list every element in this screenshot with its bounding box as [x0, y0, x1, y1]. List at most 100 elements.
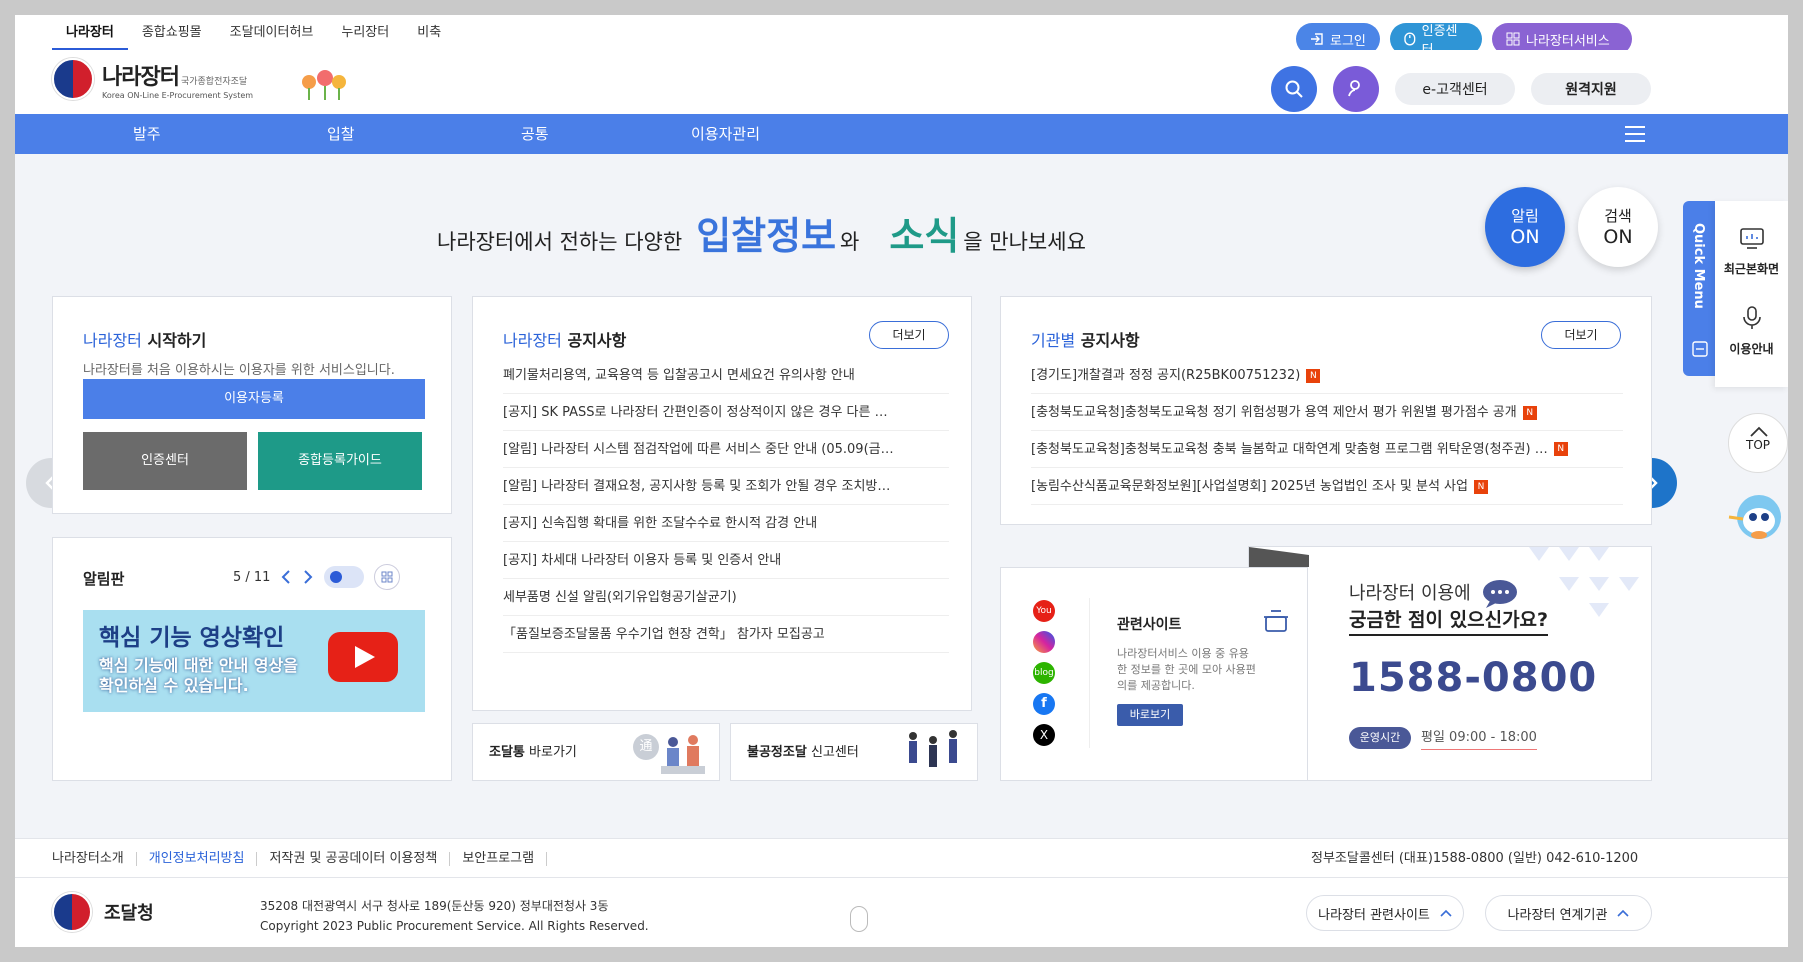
people-illustration-icon — [661, 735, 705, 774]
site-logo[interactable]: 나라장터 국가종합전자조달 Korea ON-Line E-Procurement… — [52, 58, 253, 100]
footer-link-security-program[interactable]: 보안프로그램 — [450, 852, 548, 866]
start-cert-center-button[interactable]: 인증센터 — [83, 432, 247, 490]
user-register-button[interactable]: 이용자등록 — [83, 379, 425, 419]
board-grid-button[interactable] — [374, 564, 401, 590]
board-next-icon[interactable] — [302, 569, 314, 585]
banner-line-2: 확인하실 수 있습니다. — [99, 676, 249, 695]
nav-item-user-management[interactable]: 이용자관리 — [691, 114, 760, 154]
notice-item[interactable]: 「품질보증조달물품 우수기업 현장 견학」 참가자 모집공고 — [503, 616, 949, 653]
youtube-icon[interactable]: You Tube — [1033, 600, 1055, 638]
blog-icon[interactable]: blog — [1033, 662, 1055, 684]
customer-center-button[interactable]: e-고객센터 — [1395, 73, 1515, 105]
notice-title-em: 나라장터 — [503, 331, 562, 350]
related-view-button[interactable]: 바로보기 — [1117, 704, 1183, 726]
agency-title: 기관별 공지사항 — [1031, 327, 1621, 351]
notice-list: 폐기물처리용역, 교육용역 등 입찰공고시 면세요건 유의사항 안내 [공지] … — [503, 357, 949, 653]
video-banner[interactable]: 핵심 기능 영상확인 핵심 기능에 대한 안내 영상을 확인하실 수 있습니다. — [83, 610, 425, 712]
chevron-up-icon — [1617, 909, 1629, 917]
footer-link-copyright-policy[interactable]: 저작권 및 공공데이터 이용정책 — [257, 852, 451, 866]
linked-orgs-label: 나라장터 연계기관 — [1507, 907, 1608, 923]
tab-stockpile[interactable]: 비축 — [403, 15, 455, 50]
quick-recent-item[interactable]: 최근본화면 — [1715, 227, 1788, 277]
nav-item-order[interactable]: 발주 — [133, 114, 161, 154]
alarm-on-button[interactable]: 알림 ON — [1485, 187, 1565, 267]
remote-support-button[interactable]: 원격지원 — [1531, 73, 1651, 105]
related-sites-dropdown[interactable]: 나라장터 관련사이트 — [1306, 895, 1464, 931]
registration-guide-button[interactable]: 종합등록가이드 — [258, 432, 422, 490]
help-question-2: 궁금한 점이 있으신가요? — [1349, 605, 1549, 636]
search-on-top: 검색 — [1604, 207, 1632, 225]
footer-link-about[interactable]: 나라장터소개 — [52, 852, 137, 866]
notice-item[interactable]: [공지] 신속집행 확대를 위한 조달수수료 한시적 감경 안내 — [503, 505, 949, 542]
agency-notice-item[interactable]: [충청북도교육청]충청북도교육청 정기 위험성평가 용역 제안서 평가 위원별 … — [1031, 394, 1623, 431]
tab-narajangter[interactable]: 나라장터 — [52, 15, 128, 50]
related-description: 나라장터서비스 이용 중 유용한 정보를 한 곳에 모아 사용편의를 제공합니다… — [1117, 647, 1256, 692]
notice-more-button[interactable]: 더보기 — [869, 321, 949, 349]
unfair-label: 신고센터 — [810, 745, 859, 760]
jodaltong-link[interactable]: 조달통 바로가기 通 — [472, 723, 720, 781]
notice-item[interactable]: [공지] 차세대 나라장터 이용자 등록 및 인증서 안내 — [503, 542, 949, 579]
youtube-play-icon — [328, 632, 398, 682]
notice-item[interactable]: 폐기물처리용역, 교육용역 등 입찰공고시 면세요건 유의사항 안내 — [503, 357, 949, 394]
hours-badge: 운영시간 — [1349, 727, 1411, 749]
jodaltong-bold: 조달통 — [489, 745, 525, 760]
notice-item[interactable]: [알림] 나라장터 시스템 점검작업에 따른 서비스 중단 안내 (05.09(… — [503, 431, 949, 468]
logo-english: Korea ON-Line E-Procurement System — [102, 90, 254, 100]
footer-org-name: 조달청 — [104, 903, 154, 924]
footer-link-privacy[interactable]: 개인정보처리방침 — [137, 852, 258, 866]
main-nav: 발주 입찰 공통 이용자관리 — [15, 114, 1788, 154]
tab-nuri[interactable]: 누리장터 — [327, 15, 403, 50]
scroll-top-button[interactable]: TOP — [1728, 413, 1788, 473]
agency-item-text: [농림수산식품교육문화정보원][사업설명회] 2025년 농업법인 조사 및 분… — [1031, 479, 1468, 494]
gray-tab-decoration — [1249, 547, 1309, 567]
quick-guide-item[interactable]: 이용안내 — [1715, 305, 1788, 357]
my-page-button[interactable] — [1333, 66, 1379, 112]
notice-title-text: 공지사항 — [567, 331, 627, 350]
grid-icon — [1506, 32, 1520, 46]
hero-highlight-news: 소식 — [889, 214, 960, 258]
footer-address: 35208 대전광역시 서구 청사로 189(둔산동 920) 정부대전청사 3… — [260, 896, 649, 936]
search-on-button[interactable]: 검색 ON — [1578, 187, 1658, 267]
divider — [1089, 598, 1090, 748]
related-sites-label: 나라장터 관련사이트 — [1318, 907, 1430, 923]
logo-sub: 국가종합전자조달 — [180, 76, 248, 87]
notice-item[interactable]: [알림] 나라장터 결재요청, 공지사항 등록 및 조회가 안될 경우 조치방… — [503, 468, 949, 505]
quick-recent-label: 최근본화면 — [1723, 262, 1780, 276]
agency-more-button[interactable]: 더보기 — [1541, 321, 1621, 349]
facebook-icon[interactable]: f — [1033, 693, 1055, 715]
new-badge: N — [1306, 368, 1321, 383]
footer-bottom: 조달청 35208 대전광역시 서구 청사로 189(둔산동 920) 정부대전… — [15, 878, 1788, 947]
agency-notice-item[interactable]: [경기도]개찰결과 정정 공지(R25BK00751232) N — [1031, 357, 1623, 394]
banner-title: 핵심 기능 영상확인 — [99, 625, 285, 651]
unfair-report-link[interactable]: 불공정조달 신고센터 — [730, 723, 978, 781]
mascot-character-icon[interactable] — [1727, 487, 1787, 543]
board-pager: 5 / 11 — [233, 569, 271, 585]
agency-item-text: [충청북도교육청]충청북도교육청 정기 위험성평가 용역 제안서 평가 위원별 … — [1031, 405, 1517, 420]
alarm-board-card: 알림판 5 / 11 핵심 기능 영상확인 핵심 기능에 대한 안내 영상을 확인… — [52, 537, 452, 781]
hamburger-menu-icon[interactable] — [1625, 126, 1645, 147]
address-text: 35208 대전광역시 서구 청사로 189(둔산동 920) 정부대전청사 3… — [260, 899, 609, 913]
tab-data-hub[interactable]: 조달데이터허브 — [216, 15, 328, 50]
hero-suffix: 을 만나보세요 — [963, 230, 1086, 254]
board-autoplay-toggle[interactable] — [324, 566, 365, 588]
nav-item-common[interactable]: 공통 — [521, 114, 549, 154]
tab-shopping-mall[interactable]: 종합쇼핑몰 — [128, 15, 216, 50]
logo-name: 나라장터 — [102, 64, 180, 90]
agency-notice-item[interactable]: [충청북도교육청]충청북도교육청 충북 늘봄학교 대학연계 맞춤형 프로그램 위… — [1031, 431, 1623, 468]
nav-item-bid[interactable]: 입찰 — [327, 114, 355, 154]
notice-item[interactable]: 세부품명 신설 알림(외기유입형공기살균기) — [503, 579, 949, 616]
instagram-icon[interactable] — [1033, 631, 1055, 653]
search-button[interactable] — [1271, 66, 1317, 112]
collapse-icon[interactable] — [1692, 341, 1708, 357]
hero-heading: 나라장터에서 전하는 다양한 입찰정보 와 소식 을 만나보세요 — [437, 205, 1086, 260]
chevron-up-icon — [1750, 426, 1768, 437]
linked-orgs-dropdown[interactable]: 나라장터 연계기관 — [1485, 895, 1652, 931]
notice-item[interactable]: [공지] SK PASS로 나라장터 간편인증이 정상적이지 않은 경우 다른 … — [503, 394, 949, 431]
chevron-up-icon — [1440, 909, 1452, 917]
monitor-icon — [1739, 228, 1764, 249]
unfair-bold: 불공정조달 — [747, 745, 807, 760]
board-prev-icon[interactable] — [280, 569, 292, 585]
quick-menu-tab[interactable]: Quick Menu — [1683, 201, 1717, 376]
x-twitter-icon[interactable]: X — [1033, 724, 1055, 746]
agency-notice-item[interactable]: [농림수산식품교육문화정보원][사업설명회] 2025년 농업법인 조사 및 분… — [1031, 468, 1623, 505]
